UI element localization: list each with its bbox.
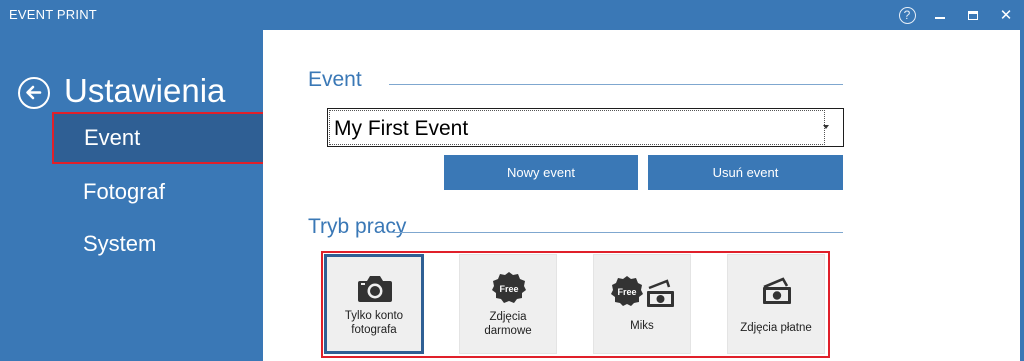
section-divider bbox=[389, 84, 843, 85]
mode-paid-photos[interactable]: Zdjęcia płatne bbox=[727, 254, 825, 354]
mode-label-line1: Tylko konto bbox=[344, 310, 404, 322]
window-title: EVENT PRINT bbox=[9, 7, 97, 22]
mode-label-line1: Zdjęcia bbox=[489, 311, 527, 323]
money-icon bbox=[763, 277, 791, 304]
mode-label-line2: fotografa bbox=[351, 324, 397, 336]
free-and-money-icon: Free bbox=[611, 276, 674, 307]
help-button[interactable]: ? bbox=[896, 5, 918, 25]
maximize-icon bbox=[968, 10, 978, 20]
mode-label-line1: Miks bbox=[630, 320, 654, 332]
settings-sidebar: Ustawienia Event Fotograf System bbox=[0, 30, 265, 361]
minimize-button[interactable] bbox=[930, 5, 950, 25]
sidebar-item-fotograf[interactable]: Fotograf bbox=[52, 166, 265, 218]
maximize-button[interactable] bbox=[963, 5, 983, 25]
event-dropdown[interactable]: My First Event bbox=[327, 108, 844, 147]
page-title: Ustawienia bbox=[64, 72, 226, 109]
event-section-title: Event bbox=[308, 68, 362, 91]
title-bar: EVENT PRINT ? ✕ bbox=[0, 0, 1024, 30]
sidebar-item-system[interactable]: System bbox=[52, 218, 265, 270]
back-arrow-icon bbox=[26, 85, 42, 100]
back-button[interactable] bbox=[18, 77, 50, 109]
mode-label-line1: Zdjęcia płatne bbox=[740, 322, 812, 334]
event-dropdown-value: My First Event bbox=[334, 117, 469, 140]
mode-photographer-only[interactable]: Tylko konto fotografa bbox=[324, 254, 424, 354]
window-border bbox=[1020, 30, 1024, 361]
mode-mixed[interactable]: Free Miks bbox=[593, 254, 691, 354]
minimize-icon bbox=[935, 17, 945, 19]
help-icon: ? bbox=[898, 6, 916, 24]
sidebar-item-event[interactable]: Event bbox=[52, 112, 265, 164]
section-divider bbox=[389, 232, 843, 233]
mode-label-line2: darmowe bbox=[484, 325, 532, 337]
mode-section-title: Tryb pracy bbox=[308, 215, 407, 238]
free-badge-icon: Free bbox=[492, 272, 526, 303]
close-icon: ✕ bbox=[999, 7, 1013, 24]
dropdown-arrow-icon bbox=[823, 125, 829, 129]
mode-free-photos[interactable]: Free Zdjęcia darmowe bbox=[459, 254, 557, 354]
free-badge-text: Free bbox=[499, 284, 518, 294]
settings-content: Event My First Event Nowy event Usuń eve… bbox=[263, 30, 1020, 361]
free-badge-text: Free bbox=[617, 287, 636, 297]
delete-event-button[interactable]: Usuń event bbox=[648, 155, 843, 190]
close-button[interactable]: ✕ bbox=[996, 5, 1016, 25]
camera-icon bbox=[358, 276, 392, 302]
new-event-button[interactable]: Nowy event bbox=[444, 155, 638, 190]
